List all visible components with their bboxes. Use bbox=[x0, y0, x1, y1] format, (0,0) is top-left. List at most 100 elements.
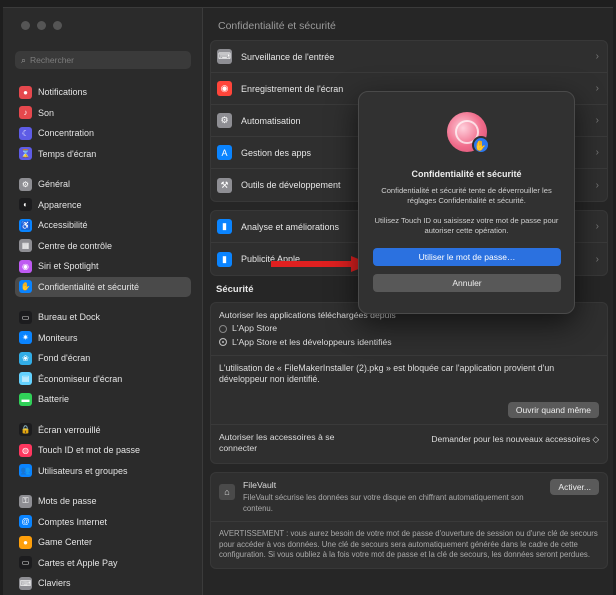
sidebar-item[interactable]: ◐ Apparence bbox=[15, 195, 191, 216]
sidebar-item-label: Fond d'écran bbox=[38, 353, 91, 364]
sidebar-item-icon: ⚿ bbox=[19, 494, 32, 508]
window-controls bbox=[21, 21, 62, 30]
search-input[interactable] bbox=[30, 55, 171, 65]
sidebar-item[interactable]: 🔒 Écran verrouillé bbox=[15, 420, 191, 441]
chevron-right-icon: › bbox=[595, 115, 599, 126]
auth-dialog: ✋ Confidentialité et sécurité Confidenti… bbox=[358, 91, 575, 314]
zoom-button[interactable] bbox=[53, 21, 62, 30]
sidebar-item-icon: 👥 bbox=[19, 464, 32, 478]
sidebar-item-label: Accessibilité bbox=[38, 220, 88, 231]
security-group: Autoriser les applications téléchargées … bbox=[210, 302, 608, 464]
sidebar-item-label: Économiseur d'écran bbox=[38, 373, 123, 384]
chevron-right-icon: › bbox=[595, 221, 599, 232]
sidebar-item[interactable]: ⌛ Temps d'écran bbox=[15, 144, 191, 165]
sidebar-item[interactable]: ♿ Accessibilité bbox=[15, 215, 191, 236]
sidebar-item[interactable]: ☾ Concentration bbox=[15, 123, 191, 144]
sidebar-item[interactable]: ♪ Son bbox=[15, 103, 191, 124]
sidebar-item[interactable]: ● Game Center bbox=[15, 532, 191, 553]
sidebar-item[interactable]: ⌨ Claviers bbox=[15, 573, 191, 594]
privacy-row-icon: ▮ bbox=[217, 219, 232, 234]
filevault-block: ⌂ FileVault FileVault sécurise les donné… bbox=[211, 473, 607, 521]
hand-icon: ✋ bbox=[471, 136, 490, 154]
radio-label: L'App Store et les développeurs identifi… bbox=[232, 336, 392, 347]
radio-app-store[interactable]: L'App Store bbox=[219, 323, 599, 334]
chevron-right-icon: › bbox=[595, 147, 599, 158]
privacy-row-label: Outils de développement bbox=[241, 180, 341, 190]
sidebar-item[interactable]: ▤ Économiseur d'écran bbox=[15, 369, 191, 390]
search-field[interactable]: ⌕ bbox=[15, 51, 191, 69]
use-password-button[interactable]: Utiliser le mot de passe… bbox=[373, 248, 561, 267]
sidebar-item-label: Écran verrouillé bbox=[38, 424, 101, 435]
sidebar-item[interactable]: ● Notifications bbox=[15, 82, 191, 103]
sidebar-item[interactable]: ✷ Moniteurs bbox=[15, 328, 191, 349]
sidebar-item-icon: ◐ bbox=[19, 198, 32, 212]
sidebar-item-icon: ● bbox=[19, 85, 32, 99]
chevron-right-icon: › bbox=[595, 83, 599, 94]
sidebar-item-label: Son bbox=[38, 107, 55, 118]
filevault-title: FileVault bbox=[243, 479, 277, 490]
filevault-desc: FileVault sécurise les données sur votre… bbox=[243, 493, 524, 513]
open-anyway-button[interactable]: Ouvrir quand même bbox=[507, 401, 599, 418]
sidebar-item-icon: ⌛ bbox=[19, 147, 32, 161]
sidebar-item-icon: ⌨ bbox=[19, 576, 32, 590]
dialog-instruction: Utilisez Touch ID ou saisissez votre mot… bbox=[374, 215, 559, 235]
sidebar-item[interactable]: ❀ Fond d'écran bbox=[15, 348, 191, 369]
radio-dot-selected bbox=[219, 338, 227, 347]
sidebar-item[interactable]: ⚙ Général bbox=[15, 174, 191, 195]
sidebar-item[interactable]: ◍ Touch ID et mot de passe bbox=[15, 440, 191, 461]
sidebar-item-label: Concentration bbox=[38, 128, 95, 139]
sidebar-item[interactable]: ◉ Siri et Spotlight bbox=[15, 256, 191, 277]
accessories-block: Autoriser les accessoires à se connecter… bbox=[211, 425, 607, 463]
sidebar-item[interactable]: ▭ Bureau et Dock bbox=[15, 307, 191, 328]
privacy-row-label: Gestion des apps bbox=[241, 147, 312, 158]
sidebar-item-label: Touch ID et mot de passe bbox=[38, 445, 141, 456]
sidebar-item-label: Siri et Spotlight bbox=[38, 261, 99, 272]
sidebar-item[interactable]: @ Comptes Internet bbox=[15, 512, 191, 533]
sidebar-item-icon: ● bbox=[19, 535, 32, 549]
cancel-button[interactable]: Annuler bbox=[373, 274, 561, 293]
sidebar-item-label: Général bbox=[38, 179, 71, 190]
sidebar-item[interactable]: 👥 Utilisateurs et groupes bbox=[15, 461, 191, 482]
sidebar-item-icon: ▦ bbox=[19, 239, 32, 253]
privacy-row-label: Surveillance de l'entrée bbox=[241, 51, 335, 62]
sidebar-item-icon: ☾ bbox=[19, 126, 32, 140]
sidebar-item-icon: @ bbox=[19, 515, 32, 529]
minimize-button[interactable] bbox=[37, 21, 46, 30]
chevron-right-icon: › bbox=[595, 51, 599, 62]
privacy-row-label: Enregistrement de l'écran bbox=[241, 83, 344, 94]
privacy-row-icon: A bbox=[217, 145, 232, 160]
chevron-right-icon: › bbox=[595, 179, 599, 191]
settings-window: ⌕ ● Notifications ♪ Son ☾ Concentration ⌛ Temps… bbox=[3, 7, 613, 595]
sidebar-item[interactable]: ⚿ Mots de passe bbox=[15, 491, 191, 512]
sidebar-item[interactable]: ▬ Batterie bbox=[15, 389, 191, 410]
window-title: Confidentialité et sécurité bbox=[218, 20, 336, 32]
filevault-icon: ⌂ bbox=[219, 483, 235, 500]
sidebar-item-icon: ▭ bbox=[19, 556, 32, 570]
sidebar-item-label: Mots de passe bbox=[38, 496, 97, 507]
sidebar-item-label: Confidentialité et sécurité bbox=[38, 281, 140, 292]
privacy-row-icon: ◉ bbox=[217, 81, 232, 96]
privacy-row-icon: ⚙ bbox=[217, 113, 232, 128]
activate-filevault-button[interactable]: Activer... bbox=[550, 478, 599, 495]
sidebar-item[interactable]: ▭ Cartes et Apple Pay bbox=[15, 553, 191, 574]
radio-identified-devs[interactable]: L'App Store et les développeurs identifi… bbox=[219, 337, 599, 348]
sidebar-item-icon: ♪ bbox=[19, 106, 32, 120]
sidebar-item-icon: ✷ bbox=[19, 331, 32, 345]
close-button[interactable] bbox=[21, 21, 30, 30]
sidebar-item-label: Comptes Internet bbox=[38, 516, 108, 527]
dialog-message: Confidentialité et sécurité tente de dév… bbox=[381, 186, 552, 205]
privacy-row[interactable]: ⌨ Surveillance de l'entrée › bbox=[211, 41, 607, 73]
filevault-group: ⌂ FileVault FileVault sécurise les donné… bbox=[210, 471, 608, 569]
blocked-app-block: L'utilisation de « FileMakerInstaller (2… bbox=[211, 356, 607, 424]
sidebar: ⌕ ● Notifications ♪ Son ☾ Concentration ⌛ Temps… bbox=[3, 8, 203, 595]
accessories-select[interactable]: Demander pour les nouveaux accessoires ◇ bbox=[431, 434, 599, 445]
sidebar-item-icon: 🔒 bbox=[19, 423, 32, 437]
privacy-row-label: Analyse et améliorations bbox=[241, 221, 340, 232]
sidebar-item-label: Bureau et Dock bbox=[38, 312, 101, 323]
sidebar-item[interactable]: ▦ Centre de contrôle bbox=[15, 236, 191, 257]
sidebar-item-label: Notifications bbox=[38, 87, 88, 98]
privacy-row-label: Automatisation bbox=[241, 115, 301, 126]
sidebar-item-label: Moniteurs bbox=[38, 332, 78, 343]
sidebar-item-icon: ⚙ bbox=[19, 177, 32, 191]
sidebar-item[interactable]: ✋ Confidentialité et sécurité bbox=[15, 276, 191, 297]
